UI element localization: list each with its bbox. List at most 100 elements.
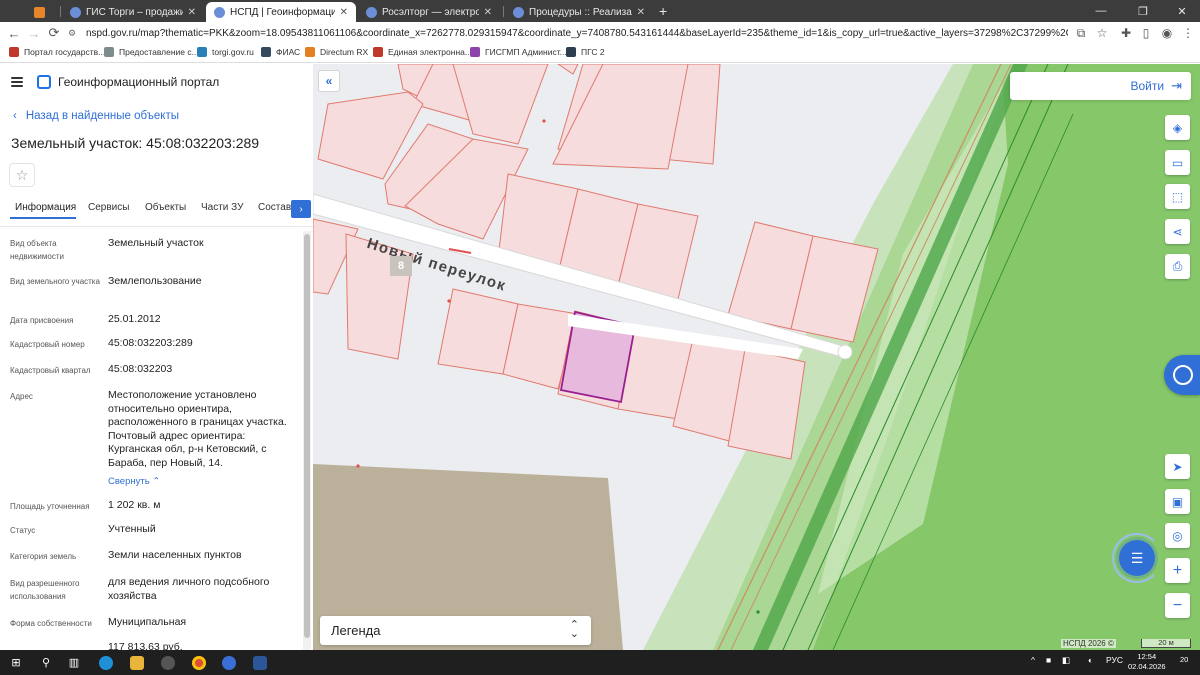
bookmark-item[interactable]: Единая электронна... [373, 47, 472, 57]
field-label: Категория земель [10, 552, 77, 561]
taskbar-clock[interactable]: 12:54 02.04.2026 [1128, 652, 1166, 672]
chevron-up-icon: ⌃ [152, 476, 161, 487]
login-icon: ⇥ [1171, 78, 1182, 93]
chevron-up-down-icon: ⌃ ⌄ [569, 619, 579, 640]
bookmark-item[interactable]: ПГС 2 [566, 47, 605, 57]
lot-number-label: 8 [390, 256, 412, 276]
split-view-icon[interactable]: ▯ [1138, 25, 1154, 41]
close-window-icon[interactable]: ✕ [1166, 0, 1198, 22]
hamburger-menu-icon[interactable] [11, 77, 23, 87]
new-tab-button[interactable]: + [659, 3, 667, 19]
favorite-star-icon[interactable]: ☆ [9, 163, 35, 187]
tab-title: Процедуры :: Реализация госи [529, 6, 632, 18]
tab-separator [60, 6, 61, 17]
legend-label: Легенда [331, 623, 381, 638]
road-end [837, 344, 853, 360]
browser-tab-0[interactable] [26, 2, 58, 22]
tab-information[interactable]: Информация [15, 202, 76, 213]
c-app-icon[interactable] [158, 653, 178, 672]
extensions-icon[interactable]: ✚ [1118, 25, 1134, 41]
bookmarks-bar: Портал государств... Предоставление с...… [0, 44, 1200, 63]
menu-icon[interactable]: ⋮ [1180, 25, 1196, 41]
y-app-icon[interactable] [219, 653, 239, 672]
back-to-results-link[interactable]: ‹ Назад в найденные объекты [13, 110, 179, 122]
url-text: nspd.gov.ru/map?thematic=PKK&zoom=18.095… [86, 27, 1068, 39]
chrome-icon[interactable] [189, 653, 209, 672]
language-indicator[interactable]: РУС [1106, 655, 1123, 665]
zoom-out-button[interactable]: − [1165, 593, 1190, 618]
field-value: Учтенный [108, 523, 156, 535]
panel-scroll-thumb[interactable] [304, 234, 310, 638]
tab-services[interactable]: Сервисы [88, 202, 129, 213]
tab-composition[interactable]: Состав [258, 202, 291, 213]
word-icon[interactable] [250, 653, 270, 672]
field-value: Земли населенных пунктов [108, 549, 242, 561]
bookmark-item[interactable]: torgi.gov.ru [197, 47, 254, 57]
basemap-icon[interactable]: ▣ [1165, 489, 1190, 514]
field-value: Земельный участок [108, 237, 204, 249]
address-bar[interactable]: ⚙ nspd.gov.ru/map?thematic=PKK&zoom=18.0… [68, 24, 1068, 42]
collapse-address-link[interactable]: Свернуть ⌃ [108, 476, 160, 487]
map-attribution: НСПД 2026 © [1061, 639, 1116, 648]
tab-objects[interactable]: Объекты [145, 202, 186, 213]
orange-square-icon [34, 6, 45, 18]
chevron-left-icon: ‹ [13, 110, 17, 122]
maximize-icon[interactable]: ❐ [1127, 0, 1159, 22]
browser-tab-1[interactable]: ГИС Торги – продажи государс ✕ [62, 2, 204, 22]
portal-logo-text: Геоинформационный портал [58, 75, 220, 89]
windows-start-icon[interactable]: ⊞ [6, 653, 26, 672]
tray-chevron-icon[interactable]: ^ [1031, 655, 1035, 665]
browser-tab-2[interactable]: НСПД | Геоинформационный п ✕ [206, 2, 356, 22]
map-canvas[interactable]: Новый переулок 8 « Войти ⇥ ◈ ▭ ⬚ ⋖ ⎙ ➤ ▣ … [313, 64, 1200, 650]
tray-network-icon[interactable]: ◧ [1062, 655, 1070, 666]
navigation-arrow-icon[interactable]: ➤ [1165, 454, 1190, 479]
search-icon[interactable]: ⚲ [36, 653, 56, 672]
tab-title: Росэлторг — электронная торг [382, 6, 479, 18]
close-tab-icon[interactable]: ✕ [484, 7, 492, 18]
selection-icon[interactable]: ⬚ [1165, 184, 1190, 209]
object-title: Земельный участок: 45:08:032203:289 [11, 135, 260, 151]
bookmark-item[interactable]: ФИАС [261, 47, 300, 57]
widget-tab-icon[interactable] [1164, 355, 1200, 395]
site-info-icon[interactable]: ⚙ [68, 28, 82, 39]
bookmark-star-icon[interactable]: ☆ [1094, 25, 1110, 41]
field-value: 117 813,63 руб. [108, 641, 183, 650]
back-arrow-icon[interactable]: ← [6, 25, 22, 41]
close-tab-icon[interactable]: ✕ [637, 7, 645, 18]
browser-tab-3[interactable]: Росэлторг — электронная торг ✕ [358, 2, 500, 22]
bookmark-item[interactable]: Предоставление с... [104, 47, 199, 57]
locate-icon[interactable]: ◎ [1165, 523, 1190, 548]
file-explorer-icon[interactable] [127, 653, 147, 672]
collapse-panel-button[interactable]: « [318, 70, 340, 92]
bookmark-item[interactable]: Directum RX [305, 47, 368, 57]
reload-icon[interactable]: ⟳ [46, 25, 62, 41]
chat-bubble-icon[interactable]: ☰ [1119, 540, 1155, 576]
edge-icon[interactable] [96, 653, 116, 672]
bookmark-item[interactable]: ГИСГМП Админист... [470, 47, 567, 57]
share-map-icon[interactable]: ⋖ [1165, 219, 1190, 244]
print-icon[interactable]: ⎙ [1165, 254, 1190, 279]
task-view-icon[interactable]: ▥ [64, 653, 84, 672]
layers-icon[interactable]: ◈ [1165, 115, 1190, 140]
tray-volume-icon[interactable]: ◐ [1088, 655, 1093, 665]
tabs-scroll-right-icon[interactable]: › [291, 200, 311, 218]
screen: ГИС Торги – продажи государс ✕ НСПД | Ге… [0, 0, 1200, 675]
field-value: 45:08:032203:289 [108, 337, 193, 349]
profile-icon[interactable]: ◉ [1159, 25, 1175, 41]
close-tab-icon[interactable]: ✕ [340, 7, 348, 18]
portal-logo-icon [37, 75, 51, 89]
close-tab-icon[interactable]: ✕ [188, 7, 196, 18]
ruler-icon[interactable]: ▭ [1165, 150, 1190, 175]
legend-dropdown[interactable]: Легенда ⌃ ⌄ [320, 616, 591, 645]
forward-arrow-icon[interactable]: → [26, 25, 42, 41]
share-icon[interactable]: ⧉ [1073, 25, 1089, 41]
tray-app-icon[interactable]: ■ [1046, 655, 1051, 665]
bookmark-item[interactable]: Портал государств... [9, 47, 105, 57]
minimize-icon[interactable]: — [1085, 0, 1117, 22]
browser-tab-4[interactable]: Процедуры :: Реализация госи ✕ [505, 2, 653, 22]
field-value: для ведения личного подсобного хозяйства [108, 576, 270, 602]
zoom-in-button[interactable]: + [1165, 558, 1190, 583]
notification-badge[interactable]: 20 [1180, 655, 1188, 664]
tab-parts[interactable]: Части ЗУ [201, 202, 243, 213]
login-button[interactable]: Войти ⇥ [1131, 78, 1183, 94]
